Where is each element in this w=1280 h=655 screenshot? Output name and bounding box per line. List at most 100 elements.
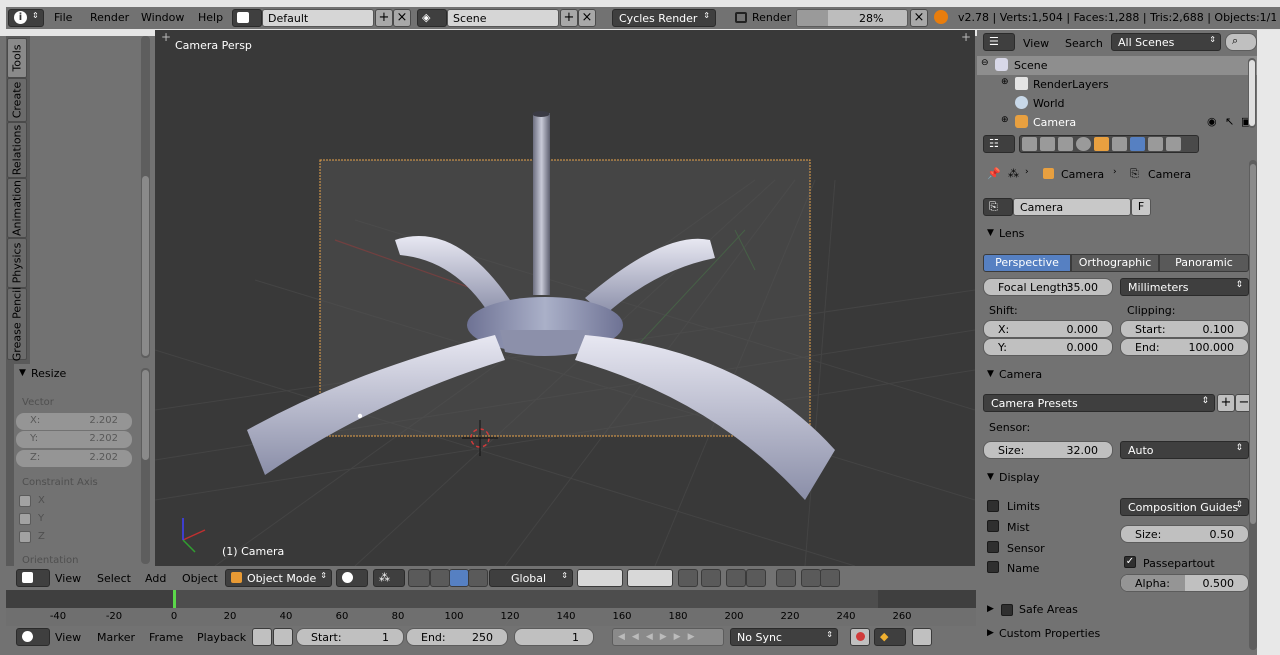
tab-physics-icon[interactable] — [1166, 137, 1181, 151]
camera-panel-header[interactable]: ▼ Camera — [979, 367, 1249, 385]
tool-shelf-scrollbar[interactable] — [141, 36, 150, 358]
menu-window[interactable]: Window — [141, 11, 184, 24]
snap-target-icon[interactable] — [776, 569, 796, 587]
safe-areas-checkbox[interactable] — [1001, 604, 1013, 616]
keyframe-icon[interactable] — [912, 628, 932, 646]
display-size-field[interactable]: Size: 0.50 — [1120, 525, 1249, 543]
name-checkbox[interactable] — [987, 561, 999, 573]
end-frame-field[interactable]: End: 250 — [406, 628, 508, 646]
menu-object[interactable]: Object — [182, 572, 218, 585]
lens-panoramic-button[interactable]: Panoramic — [1159, 254, 1249, 272]
playback-controls[interactable]: ◀◀◀▶▶▶ — [612, 628, 724, 646]
editor-type-button[interactable] — [16, 569, 50, 587]
editor-type-button[interactable]: ☰ — [983, 33, 1015, 51]
timeline[interactable]: -40 -20 0 20 40 60 80 100 120 140 160 18… — [6, 590, 976, 626]
tab-data-icon[interactable] — [1130, 137, 1145, 151]
outliner-row-world[interactable]: World — [977, 94, 1257, 113]
menu-help[interactable]: Help — [198, 11, 223, 24]
cursor-icon[interactable]: ↖ — [1225, 115, 1234, 128]
outliner-row-scene[interactable]: ⊖ Scene — [977, 56, 1257, 75]
menu-view[interactable]: View — [1023, 37, 1049, 50]
clip-end-field[interactable]: End: 100.000 — [1120, 338, 1249, 356]
tab-object-icon[interactable] — [1094, 137, 1109, 151]
sensor-checkbox[interactable] — [987, 541, 999, 553]
scale-manipulator-icon[interactable] — [468, 569, 488, 587]
proportional-edit-icon[interactable] — [701, 569, 721, 587]
current-frame-field[interactable]: 1 — [514, 628, 594, 646]
sync-dropdown[interactable]: No Sync ⇕ — [730, 628, 838, 646]
plus-icon[interactable]: + — [961, 30, 971, 44]
tab-texture-icon[interactable] — [1148, 137, 1163, 151]
transform-orientation-dropdown[interactable]: Global ⇕ — [489, 569, 573, 587]
keying-set-button[interactable]: ◆ — [874, 628, 906, 646]
snap-element-icon[interactable] — [746, 569, 766, 587]
limits-checkbox[interactable] — [987, 500, 999, 512]
operator-scrollbar[interactable] — [141, 368, 150, 564]
add-screen-button[interactable]: + — [375, 9, 393, 27]
shading-dropdown[interactable] — [336, 569, 368, 587]
operator-panel-header[interactable]: ▼ Resize — [14, 364, 155, 384]
add-preset-button[interactable]: + — [1217, 394, 1235, 412]
constraint-y-checkbox[interactable] — [19, 513, 31, 525]
3d-viewport[interactable]: Camera Persp (1) Camera + + — [155, 30, 975, 566]
tab-grease-pencil[interactable]: Grease Pencil — [7, 287, 27, 361]
menu-playback[interactable]: Playback — [197, 631, 246, 644]
lock-icon[interactable] — [273, 628, 293, 646]
focal-length-field[interactable]: Focal Length: 35.00 — [983, 278, 1113, 296]
mode-dropdown[interactable]: Object Mode ⇕ — [225, 569, 332, 587]
rotate-manipulator-icon[interactable] — [449, 569, 469, 587]
screen-layout-field[interactable]: Default — [262, 9, 374, 27]
tab-create[interactable]: Create — [7, 78, 27, 122]
menu-view[interactable]: View — [55, 631, 81, 644]
sensor-size-field[interactable]: Size: 32.00 — [983, 441, 1113, 459]
add-scene-button[interactable]: + — [560, 9, 578, 27]
tab-tools[interactable]: Tools — [7, 38, 27, 78]
tab-physics[interactable]: Physics — [7, 238, 27, 288]
editor-type-button[interactable]: i ⇕ — [8, 9, 44, 27]
render-engine-dropdown[interactable]: Cycles Render ⇕ — [612, 9, 716, 27]
sensor-fit-dropdown[interactable]: Auto ⇕ — [1120, 441, 1249, 459]
display-panel-header[interactable]: ▼ Display — [979, 470, 1249, 488]
alpha-slider[interactable]: Alpha: 0.500 — [1120, 574, 1249, 592]
scene-field[interactable]: Scene — [447, 9, 559, 27]
menu-search[interactable]: Search — [1065, 37, 1103, 50]
tab-constraints-icon[interactable] — [1112, 137, 1127, 151]
menu-view[interactable]: View — [55, 572, 81, 585]
tab-scene-icon[interactable] — [1058, 137, 1073, 151]
translate-manipulator-icon[interactable] — [430, 569, 450, 587]
vector-y-field[interactable]: Y: 2.202 — [16, 431, 132, 448]
constraint-z-checkbox[interactable] — [19, 531, 31, 543]
cancel-render-button[interactable]: × — [910, 9, 928, 27]
passepartout-checkbox[interactable]: ✓ — [1124, 556, 1136, 568]
remove-screen-button[interactable]: × — [393, 9, 411, 27]
eye-icon[interactable]: ◉ — [1207, 115, 1217, 128]
record-icon[interactable] — [850, 628, 870, 646]
lens-unit-dropdown[interactable]: Millimeters ⇕ — [1120, 278, 1249, 296]
constraint-x-checkbox[interactable] — [19, 495, 31, 507]
tab-render-icon[interactable] — [1022, 137, 1037, 151]
lock-layers-icon[interactable] — [678, 569, 698, 587]
outliner-scrollbar[interactable] — [1248, 58, 1256, 128]
pivot-dropdown[interactable]: ⁂ — [373, 569, 405, 587]
properties-scrollbar[interactable] — [1249, 160, 1257, 650]
menu-render[interactable]: Render — [90, 11, 129, 24]
safe-areas-panel-header[interactable]: ▶ Safe Areas — [979, 602, 1249, 620]
shift-y-field[interactable]: Y: 0.000 — [983, 338, 1113, 356]
preview-range-icon[interactable] — [252, 628, 272, 646]
opengl-render-icon[interactable] — [801, 569, 821, 587]
screen-layout-icon-button[interactable] — [232, 9, 262, 27]
editor-type-button[interactable] — [16, 628, 50, 646]
layers-grid-2[interactable] — [627, 569, 673, 587]
layers-grid-1[interactable] — [577, 569, 623, 587]
shift-x-field[interactable]: X: 0.000 — [983, 320, 1113, 338]
magnet-icon[interactable] — [726, 569, 746, 587]
mist-checkbox[interactable] — [987, 520, 999, 532]
menu-frame[interactable]: Frame — [149, 631, 183, 644]
tab-relations[interactable]: Relations — [7, 122, 27, 178]
current-frame-marker[interactable] — [173, 590, 176, 608]
composition-guides-dropdown[interactable]: Composition Guides ⇕ — [1120, 498, 1249, 516]
vector-z-field[interactable]: Z: 2.202 — [16, 450, 132, 467]
menu-add[interactable]: Add — [145, 572, 166, 585]
opengl-anim-icon[interactable] — [820, 569, 840, 587]
tab-animation[interactable]: Animation — [7, 178, 27, 238]
